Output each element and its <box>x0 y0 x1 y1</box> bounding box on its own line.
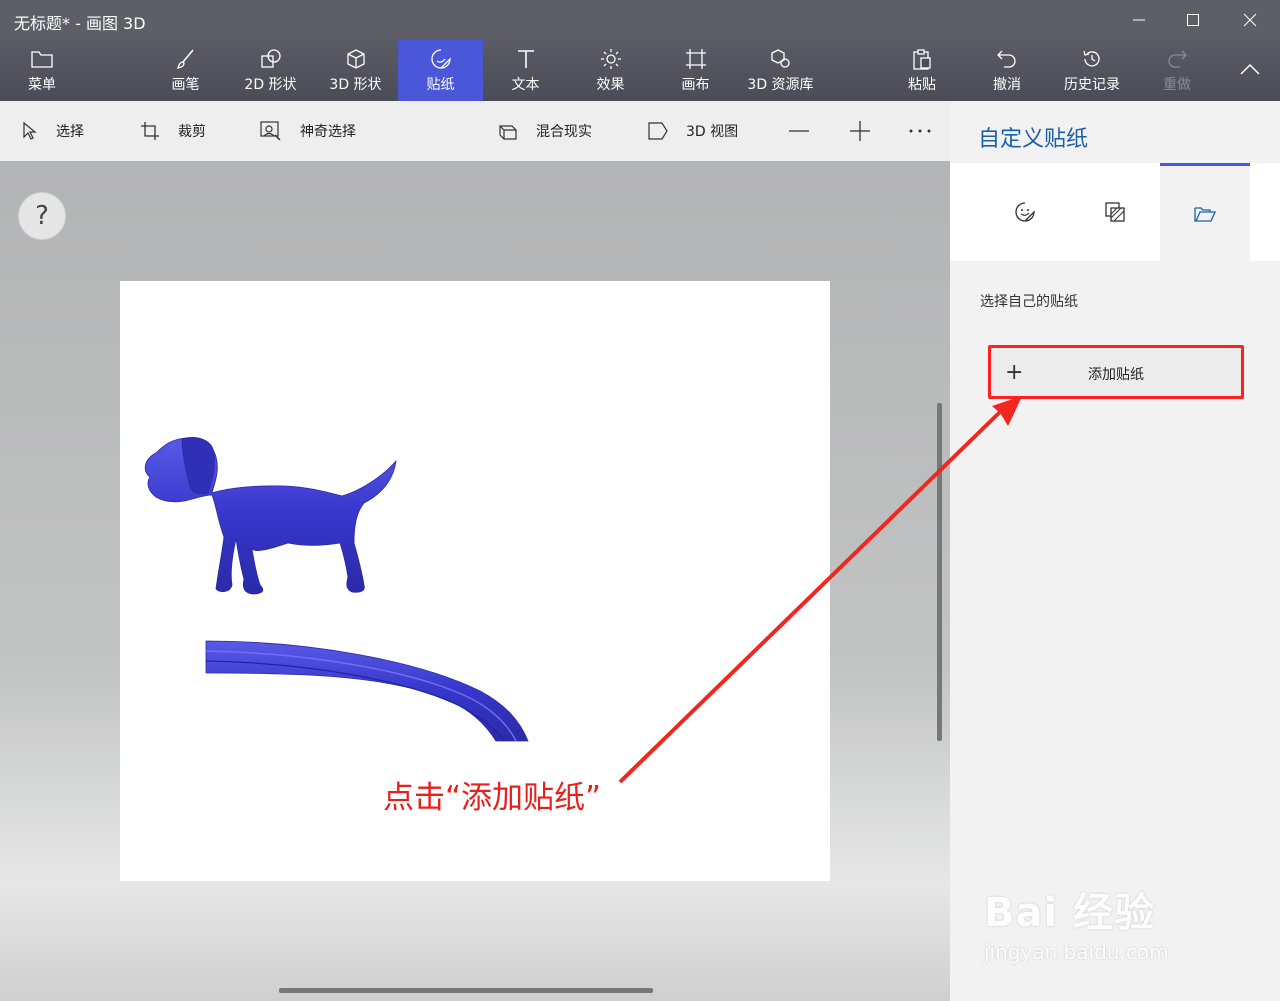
watermark-url: jingyan.baidu.com <box>984 940 1169 964</box>
baidu-watermark: Bai 经验 jingyan.baidu.com <box>984 880 1169 964</box>
watermark-brand: Bai 经验 <box>984 890 1156 936</box>
annotation-arrow <box>618 396 1022 784</box>
annotation-text: 点击“添加贴纸” <box>383 780 602 816</box>
